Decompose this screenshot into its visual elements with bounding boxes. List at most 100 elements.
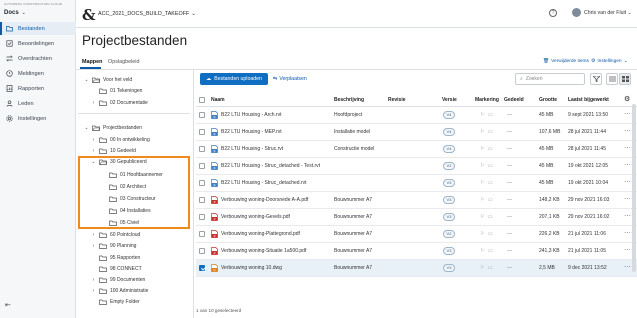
row-checkbox[interactable] (199, 146, 205, 152)
markup-icon[interactable]: ⚐ ▭ (480, 248, 494, 254)
help-icon[interactable]: ? (549, 9, 557, 17)
version-badge[interactable]: V2 (443, 230, 455, 238)
row-checkbox[interactable] (199, 231, 205, 237)
chevron-right-icon[interactable]: › (91, 277, 96, 283)
table-row[interactable]: R B22 LTU Housing - Struc.rvt Constructie … (196, 141, 637, 158)
chevron-right-icon[interactable]: › (91, 137, 96, 143)
column-markering[interactable]: Markering (475, 97, 499, 103)
project-switcher[interactable]: ACC_2021_DOCS_BUILD_TAKEOFF ⌄ (98, 11, 196, 17)
table-row[interactable]: P Verbouwing woning-Doorsnede A-A.pdf Bouw… (196, 192, 637, 209)
table-row[interactable]: P Verbouwing woning-Gevels.pdf Bouwnummer … (196, 209, 637, 226)
row-checkbox[interactable] (199, 265, 205, 271)
sidebar-item-bestanden[interactable]: Bestanden (0, 22, 76, 35)
sidebar-item-instellingen[interactable]: Instellingen (0, 112, 76, 125)
table-row[interactable]: P Verbouwing woning-Plattegrond.pdf Bouwnu… (196, 226, 637, 243)
sidebar-item-meldingen[interactable]: Meldingen (0, 67, 76, 80)
folder-tree-item[interactable]: 98 CONNECT (91, 264, 142, 274)
chevron-down-icon[interactable]: ⌄ (84, 77, 89, 83)
version-badge[interactable]: V4 (443, 128, 455, 136)
column-versie[interactable]: Versie (442, 97, 457, 103)
table-row[interactable]: D Verbouwing woning 10.dwg Bouwnummer A7 V3… (196, 260, 637, 277)
markup-icon[interactable]: ⚐ ▭ (480, 129, 494, 135)
chevron-down-icon[interactable]: ⌄ (84, 125, 89, 131)
more-options-icon[interactable]: ⋯ (624, 212, 631, 220)
file-name[interactable]: Verbouwing woning-Plattegrond.pdf (221, 231, 300, 237)
avatar[interactable] (572, 8, 581, 17)
column-beschrijving[interactable]: Beschrijving (334, 97, 364, 103)
markup-icon[interactable]: ⚐ ▭ (480, 180, 494, 186)
markup-icon[interactable]: ⚐ ▭ (480, 231, 494, 237)
folder-tree-item[interactable]: › 00 In ontwikkeling (91, 135, 150, 145)
collapse-sidebar-icon[interactable]: ⇤ (5, 301, 11, 309)
more-options-icon[interactable]: ⋯ (624, 161, 631, 169)
chevron-right-icon[interactable]: › (91, 232, 96, 238)
version-badge[interactable]: V4 (443, 145, 455, 153)
folder-tree-item[interactable]: › 90 Planning (91, 241, 137, 251)
sidebar-item-rapporten[interactable]: Rapporten (0, 82, 76, 95)
chevron-right-icon[interactable]: › (91, 243, 96, 249)
file-name[interactable]: B22 LTU Housing - Arch.rvt (221, 112, 282, 118)
markup-icon[interactable]: ⚐ ▭ (480, 197, 494, 203)
version-badge[interactable]: V2 (443, 162, 455, 170)
column-revisie[interactable]: Revisie (388, 97, 406, 103)
row-checkbox[interactable] (199, 163, 205, 169)
folder-tree-item[interactable]: ⌄ Voor het veld (84, 75, 132, 85)
user-menu[interactable]: Chris van der Fluit ⌄ (584, 10, 632, 16)
filter-button[interactable] (590, 73, 602, 85)
chevron-right-icon[interactable]: › (91, 148, 96, 154)
column-naam[interactable]: Naam (211, 97, 225, 103)
more-options-icon[interactable]: ⋯ (624, 127, 631, 135)
more-options-icon[interactable]: ⋯ (624, 144, 631, 152)
row-checkbox[interactable] (199, 129, 205, 135)
markup-icon[interactable]: ⚐ ▭ (480, 163, 494, 169)
table-row[interactable]: R B22 LTU Housing - Struc_detached.rvt V3 ⚐… (196, 175, 637, 192)
settings-link[interactable]: ⚙ Instellingen ⌄ (591, 59, 628, 64)
row-checkbox[interactable] (199, 197, 205, 203)
select-all-checkbox[interactable] (199, 97, 205, 103)
file-name[interactable]: B22 LTU Housing - MEP.rvt (221, 129, 282, 135)
markup-icon[interactable]: ⚐ ▭ (480, 265, 494, 271)
column-gedeeld[interactable]: Gedeeld (504, 97, 524, 103)
more-options-icon[interactable]: ⋯ (624, 195, 631, 203)
sidebar-item-leden[interactable]: Leden (0, 97, 76, 110)
markup-icon[interactable]: ⚐ ▭ (480, 112, 494, 118)
markup-icon[interactable]: ⚐ ▭ (480, 146, 494, 152)
chevron-right-icon[interactable]: › (91, 288, 96, 294)
folder-tree-item[interactable]: 95 Rapporten (91, 253, 140, 263)
row-checkbox[interactable] (199, 248, 205, 254)
file-name[interactable]: Verbouwing woning 10.dwg (221, 265, 282, 271)
version-badge[interactable]: V4 (443, 111, 455, 119)
file-name[interactable]: B22 LTU Housing - Struc_detached.rvt (221, 180, 307, 186)
more-options-icon[interactable]: ⋯ (624, 263, 631, 271)
file-name[interactable]: Verbouwing woning-Doorsnede A-A.pdf (221, 197, 308, 203)
version-badge[interactable]: V3 (443, 179, 455, 187)
module-switcher[interactable]: Docs ⌄ (4, 10, 26, 16)
scrollbar[interactable] (632, 104, 636, 272)
file-name[interactable]: B22 LTU Housing - Struc.rvt (221, 146, 283, 152)
list-view-button[interactable] (606, 73, 618, 85)
file-name[interactable]: B22 LTU Housing - Struc_detached - Test.… (221, 163, 320, 169)
table-row[interactable]: R B22 LTU Housing - MEP.rvt Installatie mo… (196, 124, 637, 141)
more-options-icon[interactable]: ⋯ (624, 178, 631, 186)
table-row[interactable]: R B22 LTU Housing - Arch.rvt Hoofdproject V… (196, 107, 637, 124)
file-name[interactable]: Verbouwing woning-Gevels.pdf (221, 214, 290, 220)
move-button[interactable]: ⇆ Verplaatsen (273, 76, 307, 82)
folder-tree-item[interactable]: › 60 Pointcloud (91, 230, 141, 240)
file-name[interactable]: Verbouwing woning-Situatie 1a500.pdf (221, 248, 306, 254)
table-row[interactable]: P Verbouwing woning-Situatie 1a500.pdf Bou… (196, 243, 637, 260)
tab-opslagbeleid[interactable]: Opslagbeleid (108, 59, 139, 65)
chevron-right-icon[interactable]: › (91, 100, 96, 106)
more-options-icon[interactable]: ⋯ (624, 246, 631, 254)
folder-tree-item[interactable]: › 100 Administratie (91, 286, 149, 296)
row-checkbox[interactable] (199, 180, 205, 186)
grid-view-button[interactable] (619, 73, 631, 85)
column-grootte[interactable]: Grootte (539, 97, 557, 103)
version-badge[interactable]: V3 (443, 213, 455, 221)
upload-button[interactable]: ☁ Bestanden uploaden (200, 73, 268, 85)
deleted-items-link[interactable]: 🗑 Verwijderde items (543, 59, 589, 64)
folder-tree-item[interactable]: 01 Tekeningen (91, 86, 142, 96)
markup-icon[interactable]: ⚐ ▭ (480, 214, 494, 220)
folder-tree-item[interactable]: › 99 Documenten (91, 275, 146, 285)
version-badge[interactable]: V3 (443, 247, 455, 255)
more-options-icon[interactable]: ⋯ (624, 110, 631, 118)
